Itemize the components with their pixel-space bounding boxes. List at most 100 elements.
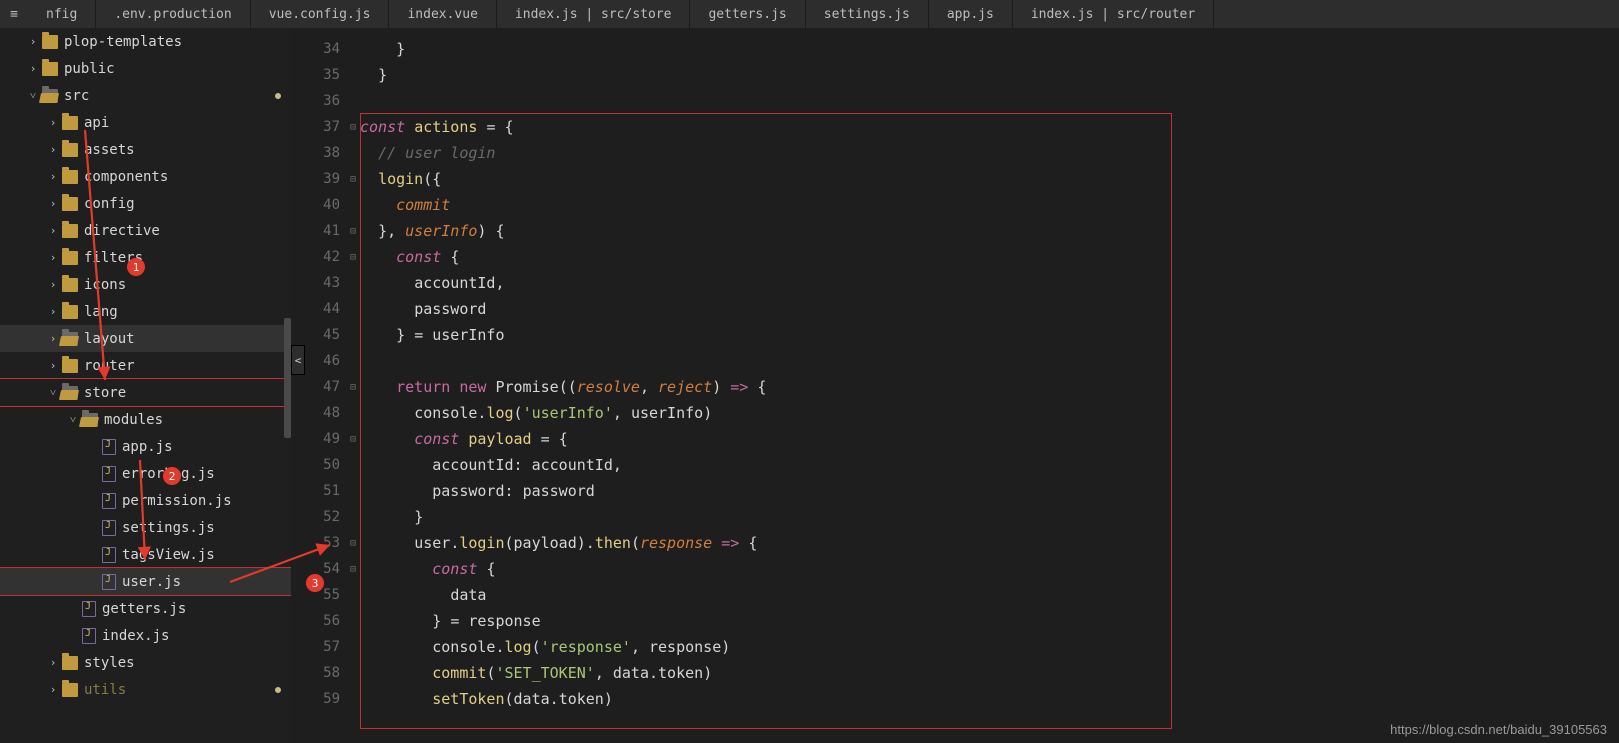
folder-router[interactable]: › router <box>0 352 291 379</box>
code-line[interactable]: data <box>360 582 1619 608</box>
fold-column[interactable]: ⊟⊟⊟⊟⊟⊟⊟⊟ <box>346 28 360 743</box>
line-number: 49 <box>291 426 346 452</box>
line-number: 50 <box>291 452 346 478</box>
code-line[interactable]: setToken(data.token) <box>360 686 1619 712</box>
folder-store[interactable]: ˅store <box>0 379 291 406</box>
code-line[interactable] <box>360 88 1619 114</box>
folder-modules[interactable]: ˅modules <box>0 406 291 433</box>
chevron-right-icon[interactable]: › <box>48 683 58 696</box>
code-line[interactable]: login({ <box>360 166 1619 192</box>
code-line[interactable]: commit <box>360 192 1619 218</box>
tab-app-js[interactable]: app.js <box>929 0 1013 28</box>
file-tagsview-js[interactable]: tagsView.js <box>0 541 291 568</box>
file-app-js[interactable]: app.js <box>0 433 291 460</box>
folder-directive[interactable]: ›directive <box>0 217 291 244</box>
file-errorlog-js[interactable]: errorLog.js <box>0 460 291 487</box>
fold-toggle-icon[interactable]: ⊟ <box>346 114 360 140</box>
tab-vue-config-js[interactable]: vue.config.js <box>251 0 390 28</box>
chevron-down-icon[interactable]: ˅ <box>68 413 78 426</box>
chevron-right-icon[interactable]: › <box>48 116 58 129</box>
folder-public[interactable]: ›public <box>0 55 291 82</box>
tree-item-label: api <box>84 115 109 131</box>
code-line[interactable] <box>360 348 1619 374</box>
code-line[interactable]: password: password <box>360 478 1619 504</box>
code-line[interactable]: const actions = { <box>360 114 1619 140</box>
code-line[interactable]: accountId: accountId, <box>360 452 1619 478</box>
tree-item-label: tagsView.js <box>122 547 215 563</box>
folder-filters[interactable]: ›filters <box>0 244 291 271</box>
menu-icon[interactable]: ≡ <box>0 0 28 28</box>
code-line[interactable]: }, userInfo) { <box>360 218 1619 244</box>
chevron-right-icon[interactable]: › <box>48 656 58 669</box>
fold-toggle-icon[interactable]: ⊟ <box>346 244 360 270</box>
chevron-right-icon[interactable]: › <box>48 197 58 210</box>
fold-spacer <box>346 192 360 218</box>
code-content[interactable]: } } const actions = { // user login login… <box>360 28 1619 743</box>
chevron-down-icon[interactable]: ˅ <box>48 386 58 399</box>
fold-toggle-icon[interactable]: ⊟ <box>346 426 360 452</box>
code-line[interactable]: } <box>360 62 1619 88</box>
file-permission-js[interactable]: permission.js <box>0 487 291 514</box>
code-editor[interactable]: 3435363738394041424344454647484950515253… <box>291 28 1619 743</box>
code-line[interactable]: accountId, <box>360 270 1619 296</box>
file-getters-js[interactable]: getters.js <box>0 595 291 622</box>
folder-layout[interactable]: ›layout <box>0 325 291 352</box>
chevron-right-icon[interactable]: › <box>48 143 58 156</box>
folder-lang[interactable]: ›lang <box>0 298 291 325</box>
tab-nfig[interactable]: nfig <box>28 0 96 28</box>
fold-toggle-icon[interactable]: ⊟ <box>346 530 360 556</box>
code-line[interactable]: user.login(payload).then(response => { <box>360 530 1619 556</box>
code-line[interactable]: } = response <box>360 608 1619 634</box>
chevron-right-icon[interactable]: › <box>48 251 58 264</box>
file-settings-js[interactable]: settings.js <box>0 514 291 541</box>
tab-settings-js[interactable]: settings.js <box>806 0 929 28</box>
folder-components[interactable]: ›components <box>0 163 291 190</box>
code-line[interactable]: // user login <box>360 140 1619 166</box>
fold-toggle-icon[interactable]: ⊟ <box>346 374 360 400</box>
code-line[interactable]: } <box>360 36 1619 62</box>
folder-config[interactable]: ›config <box>0 190 291 217</box>
tab-index-js-src-store[interactable]: index.js | src/store <box>497 0 691 28</box>
file-user-js[interactable]: user.js <box>0 568 291 595</box>
folder-utils[interactable]: ›utils <box>0 676 291 703</box>
chevron-right-icon[interactable]: › <box>48 170 58 183</box>
sidebar-scrollbar-thumb[interactable] <box>284 318 291 438</box>
code-line[interactable]: const { <box>360 556 1619 582</box>
file-index-js[interactable]: index.js <box>0 622 291 649</box>
tab-index-js-src-router[interactable]: index.js | src/router <box>1013 0 1214 28</box>
chevron-right-icon[interactable]: › <box>28 35 38 48</box>
tab-getters-js[interactable]: getters.js <box>690 0 805 28</box>
tab--env-production[interactable]: .env.production <box>96 0 250 28</box>
code-line[interactable]: password <box>360 296 1619 322</box>
code-line[interactable]: const payload = { <box>360 426 1619 452</box>
code-line[interactable]: return new Promise((resolve, reject) => … <box>360 374 1619 400</box>
fold-toggle-icon[interactable]: ⊟ <box>346 218 360 244</box>
folder-assets[interactable]: ›assets <box>0 136 291 163</box>
code-line[interactable]: commit('SET_TOKEN', data.token) <box>360 660 1619 686</box>
folder-src[interactable]: ˅src <box>0 82 291 109</box>
folder-icon <box>42 35 58 49</box>
code-line[interactable]: } <box>360 504 1619 530</box>
code-line[interactable]: console.log('response', response) <box>360 634 1619 660</box>
fold-toggle-icon[interactable]: ⊟ <box>346 556 360 582</box>
fold-spacer <box>346 88 360 114</box>
chevron-down-icon[interactable]: ˅ <box>28 89 38 102</box>
chevron-right-icon[interactable]: › <box>48 359 58 372</box>
code-line[interactable]: const { <box>360 244 1619 270</box>
fold-spacer <box>346 452 360 478</box>
chevron-right-icon[interactable]: › <box>48 278 58 291</box>
chevron-right-icon[interactable]: › <box>48 332 58 345</box>
tree-item-label: router <box>84 358 135 374</box>
code-line[interactable]: console.log('userInfo', userInfo) <box>360 400 1619 426</box>
code-line[interactable]: } = userInfo <box>360 322 1619 348</box>
sidebar-collapse-handle[interactable]: < <box>291 345 305 375</box>
folder-icons[interactable]: ›icons <box>0 271 291 298</box>
chevron-right-icon[interactable]: › <box>28 62 38 75</box>
folder-api[interactable]: › api <box>0 109 291 136</box>
chevron-right-icon[interactable]: › <box>48 224 58 237</box>
tab-index-vue[interactable]: index.vue <box>389 0 496 28</box>
chevron-right-icon[interactable]: › <box>48 305 58 318</box>
fold-toggle-icon[interactable]: ⊟ <box>346 166 360 192</box>
folder-styles[interactable]: ›styles <box>0 649 291 676</box>
folder-plop-templates[interactable]: ›plop-templates <box>0 28 291 55</box>
